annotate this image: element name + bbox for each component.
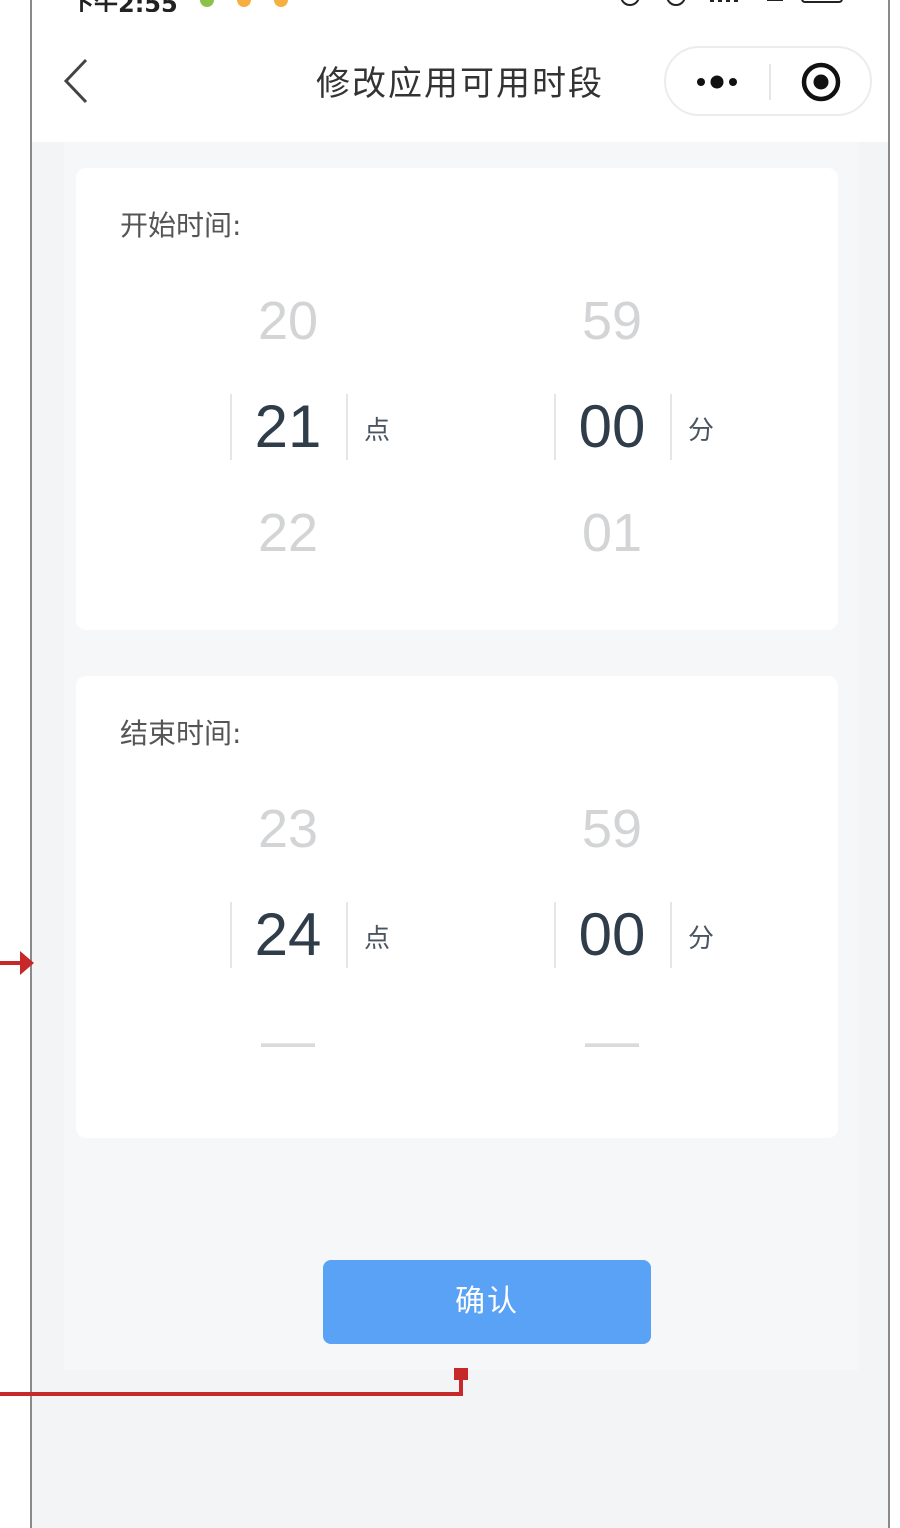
end-minute-below[interactable]: — <box>542 988 682 1094</box>
start-time-card: 开始时间: 20 21 22 点 59 00 01 分 <box>76 168 838 630</box>
status-notification-icons <box>200 0 306 11</box>
main-content: 开始时间: 20 21 22 点 59 00 01 分 结束时间: 23 24 … <box>64 142 858 1370</box>
end-hour-picker[interactable]: 23 24 — <box>218 776 358 1094</box>
minute-unit-label: 分 <box>688 416 715 446</box>
wechat-notification-icon <box>200 0 214 7</box>
start-hour-selected[interactable]: 21 <box>218 374 358 480</box>
end-hour-above[interactable]: 23 <box>218 776 358 882</box>
navigation-bar: 修改应用可用时段 <box>32 12 888 142</box>
end-hour-below[interactable]: — <box>218 988 358 1094</box>
app-notification-icon <box>237 0 252 7</box>
status-bar: 下午2:55 <box>32 0 888 18</box>
record-target-icon <box>801 62 841 102</box>
selection-divider <box>346 902 348 968</box>
selection-divider <box>346 394 348 460</box>
selection-divider <box>230 394 232 460</box>
more-button[interactable] <box>666 48 769 114</box>
start-hour-picker[interactable]: 20 21 22 <box>218 268 358 586</box>
start-time-label: 开始时间: <box>120 209 242 242</box>
selection-divider <box>230 902 232 968</box>
end-minute-above[interactable]: 59 <box>542 776 682 882</box>
more-dots-icon <box>697 75 737 89</box>
end-hour-selected[interactable]: 24 <box>218 882 358 988</box>
end-time-label: 结束时间: <box>120 717 242 750</box>
start-minute-selected[interactable]: 00 <box>542 374 682 480</box>
start-minute-below[interactable]: 01 <box>542 480 682 586</box>
annotation-arrowhead <box>20 951 34 975</box>
close-mini-program-button[interactable] <box>771 48 871 114</box>
end-time-card: 结束时间: 23 24 — 点 59 00 — 分 <box>76 676 838 1138</box>
start-hour-below[interactable]: 22 <box>218 480 358 586</box>
app-notification-icon <box>274 0 289 7</box>
hour-unit-label: 点 <box>364 416 391 446</box>
end-minute-picker[interactable]: 59 00 — <box>542 776 682 1094</box>
end-minute-selected[interactable]: 00 <box>542 882 682 988</box>
hour-unit-label: 点 <box>364 924 391 954</box>
selection-divider <box>554 902 556 968</box>
minute-unit-label: 分 <box>688 924 715 954</box>
start-minute-picker[interactable]: 59 00 01 <box>542 268 682 586</box>
selection-divider <box>670 902 672 968</box>
signal-battery-icon <box>620 0 843 6</box>
mini-program-capsule <box>664 46 872 116</box>
start-minute-above[interactable]: 59 <box>542 268 682 374</box>
confirm-button[interactable]: 确认 <box>323 1260 651 1344</box>
selection-divider <box>670 394 672 460</box>
annotation-arrowhead <box>454 1368 468 1380</box>
selection-divider <box>554 394 556 460</box>
phone-frame: 下午2:55 修改应用可用时段 开始时间: 20 21 22 点 59 00 0… <box>30 0 890 1528</box>
annotation-arrow <box>0 961 22 965</box>
start-hour-above[interactable]: 20 <box>218 268 358 374</box>
annotation-arrow <box>0 1392 462 1396</box>
